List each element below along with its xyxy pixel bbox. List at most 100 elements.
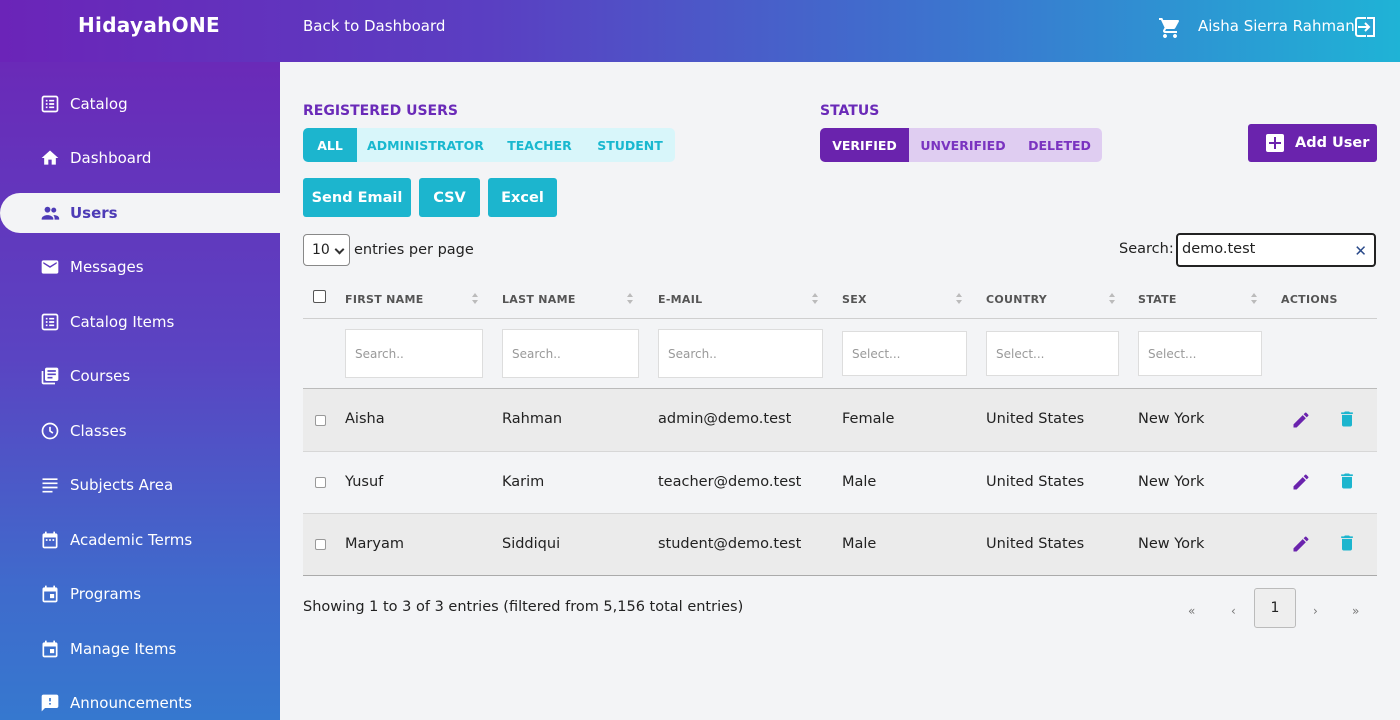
search-value: demo.test (1182, 241, 1256, 257)
clear-search-icon[interactable]: ✕ (1354, 242, 1367, 260)
sidebar-item-subjects-area[interactable]: Subjects Area (0, 465, 280, 505)
column-header-actions: ACTIONS (1281, 293, 1338, 306)
column-header-first-name[interactable]: FIRST NAME (345, 293, 424, 306)
sort-icon[interactable] (1250, 292, 1258, 306)
sidebar-item-label: Messages (70, 258, 144, 276)
cell-sex: Male (842, 536, 877, 552)
csv-button[interactable]: CSV (419, 178, 480, 217)
registered-users-title: REGISTERED USERS (303, 103, 458, 119)
role-tab-teacher[interactable]: TEACHER (494, 128, 585, 162)
sort-icon[interactable] (955, 292, 963, 306)
sidebar-item-label: Programs (70, 585, 142, 603)
programs-icon (40, 584, 60, 604)
sort-icon[interactable] (471, 292, 479, 306)
mail-icon (40, 257, 60, 277)
cell-email: teacher@demo.test (658, 474, 802, 490)
cell-country: United States (986, 536, 1085, 552)
excel-button[interactable]: Excel (488, 178, 557, 217)
column-header-email[interactable]: E-MAIL (658, 293, 702, 306)
table-row[interactable]: Aisha Rahman admin@demo.test Female Unit… (303, 389, 1377, 451)
trash-icon[interactable] (1337, 471, 1357, 491)
edit-icon[interactable] (1291, 410, 1311, 430)
last-page-button[interactable]: » (1352, 604, 1359, 618)
catalog-items-icon (40, 312, 60, 332)
cell-first-name: Yusuf (345, 474, 384, 490)
search-label: Search: (1119, 241, 1174, 257)
sidebar-item-dashboard[interactable]: Dashboard (0, 138, 280, 178)
entries-value: 10 (312, 242, 330, 258)
calendar-icon (40, 530, 60, 550)
edit-icon[interactable] (1291, 534, 1311, 554)
sidebar-item-classes[interactable]: Classes (0, 411, 280, 451)
row-checkbox[interactable] (315, 415, 326, 426)
sidebar-item-catalog[interactable]: Catalog (0, 84, 280, 124)
status-tab-unverified[interactable]: UNVERIFIED (909, 128, 1017, 162)
sort-icon[interactable] (1108, 292, 1116, 306)
plus-icon (1266, 134, 1284, 152)
sidebar-item-programs[interactable]: Programs (0, 574, 280, 614)
sidebar-item-label: Academic Terms (70, 531, 193, 549)
add-user-label: Add User (1295, 135, 1370, 151)
column-header-country[interactable]: COUNTRY (986, 293, 1047, 306)
sidebar-item-label: Announcements (70, 694, 192, 712)
logout-icon[interactable] (1353, 15, 1377, 39)
announcement-icon (40, 693, 60, 713)
sex-filter-select[interactable]: Select... (842, 331, 967, 376)
cart-icon[interactable] (1158, 16, 1182, 40)
search-input[interactable]: demo.test ✕ (1176, 233, 1376, 267)
table-row[interactable]: Yusuf Karim teacher@demo.test Male Unite… (303, 452, 1377, 514)
sidebar-item-label: Dashboard (70, 149, 152, 167)
user-name[interactable]: Aisha Sierra Rahman (1198, 17, 1355, 35)
trash-icon[interactable] (1337, 409, 1357, 429)
row-checkbox[interactable] (315, 477, 326, 488)
cell-email: admin@demo.test (658, 411, 792, 427)
sort-icon[interactable] (626, 292, 634, 306)
cell-email: student@demo.test (658, 536, 802, 552)
select-all-checkbox[interactable] (313, 290, 326, 303)
sidebar-item-academic-terms[interactable]: Academic Terms (0, 520, 280, 560)
home-icon (40, 148, 60, 168)
cell-last-name: Siddiqui (502, 536, 561, 552)
role-tab-student[interactable]: STUDENT (585, 128, 675, 162)
column-header-state[interactable]: STATE (1138, 293, 1177, 306)
sidebar-item-messages[interactable]: Messages (0, 247, 280, 287)
page-1-button[interactable]: 1 (1254, 588, 1296, 628)
trash-icon[interactable] (1337, 533, 1357, 553)
back-to-dashboard-link[interactable]: Back to Dashboard (303, 17, 445, 35)
cell-first-name: Maryam (345, 536, 404, 552)
entries-per-page-select[interactable]: 10 (303, 234, 350, 266)
cell-first-name: Aisha (345, 411, 385, 427)
state-filter-select[interactable]: Select... (1138, 331, 1262, 376)
send-email-button[interactable]: Send Email (303, 178, 411, 217)
email-filter-input[interactable]: Search.. (658, 329, 823, 378)
divider (303, 575, 1377, 576)
next-page-button[interactable]: › (1313, 604, 1318, 618)
last-name-filter-input[interactable]: Search.. (502, 329, 639, 378)
sort-icon[interactable] (811, 292, 819, 306)
subjects-icon (40, 475, 60, 495)
sidebar-item-courses[interactable]: Courses (0, 356, 280, 396)
role-tab-all[interactable]: ALL (303, 128, 357, 162)
add-user-button[interactable]: Add User (1248, 124, 1377, 162)
role-tab-administrator[interactable]: ADMINISTRATOR (357, 128, 494, 162)
sidebar-item-users[interactable]: Users (0, 193, 280, 233)
edit-icon[interactable] (1291, 472, 1311, 492)
sidebar-item-label: Courses (70, 367, 131, 385)
column-header-sex[interactable]: SEX (842, 293, 867, 306)
column-header-last-name[interactable]: LAST NAME (502, 293, 576, 306)
table-row[interactable]: Maryam Siddiqui student@demo.test Male U… (303, 514, 1377, 576)
status-title: STATUS (820, 103, 880, 119)
catalog-icon (40, 94, 60, 114)
sidebar-item-manage-items[interactable]: Manage Items (0, 629, 280, 669)
first-name-filter-input[interactable]: Search.. (345, 329, 483, 378)
brand-logo[interactable]: HidayahONE (78, 13, 220, 37)
status-tab-deleted[interactable]: DELETED (1017, 128, 1102, 162)
sidebar-item-catalog-items[interactable]: Catalog Items (0, 302, 280, 342)
sidebar-item-announcements[interactable]: Announcements (0, 683, 280, 720)
row-checkbox[interactable] (315, 539, 326, 550)
prev-page-button[interactable]: ‹ (1231, 604, 1236, 618)
first-page-button[interactable]: « (1188, 604, 1195, 618)
status-tab-verified[interactable]: VERIFIED (820, 128, 909, 162)
showing-entries-text: Showing 1 to 3 of 3 entries (filtered fr… (303, 599, 744, 615)
country-filter-select[interactable]: Select... (986, 331, 1119, 376)
